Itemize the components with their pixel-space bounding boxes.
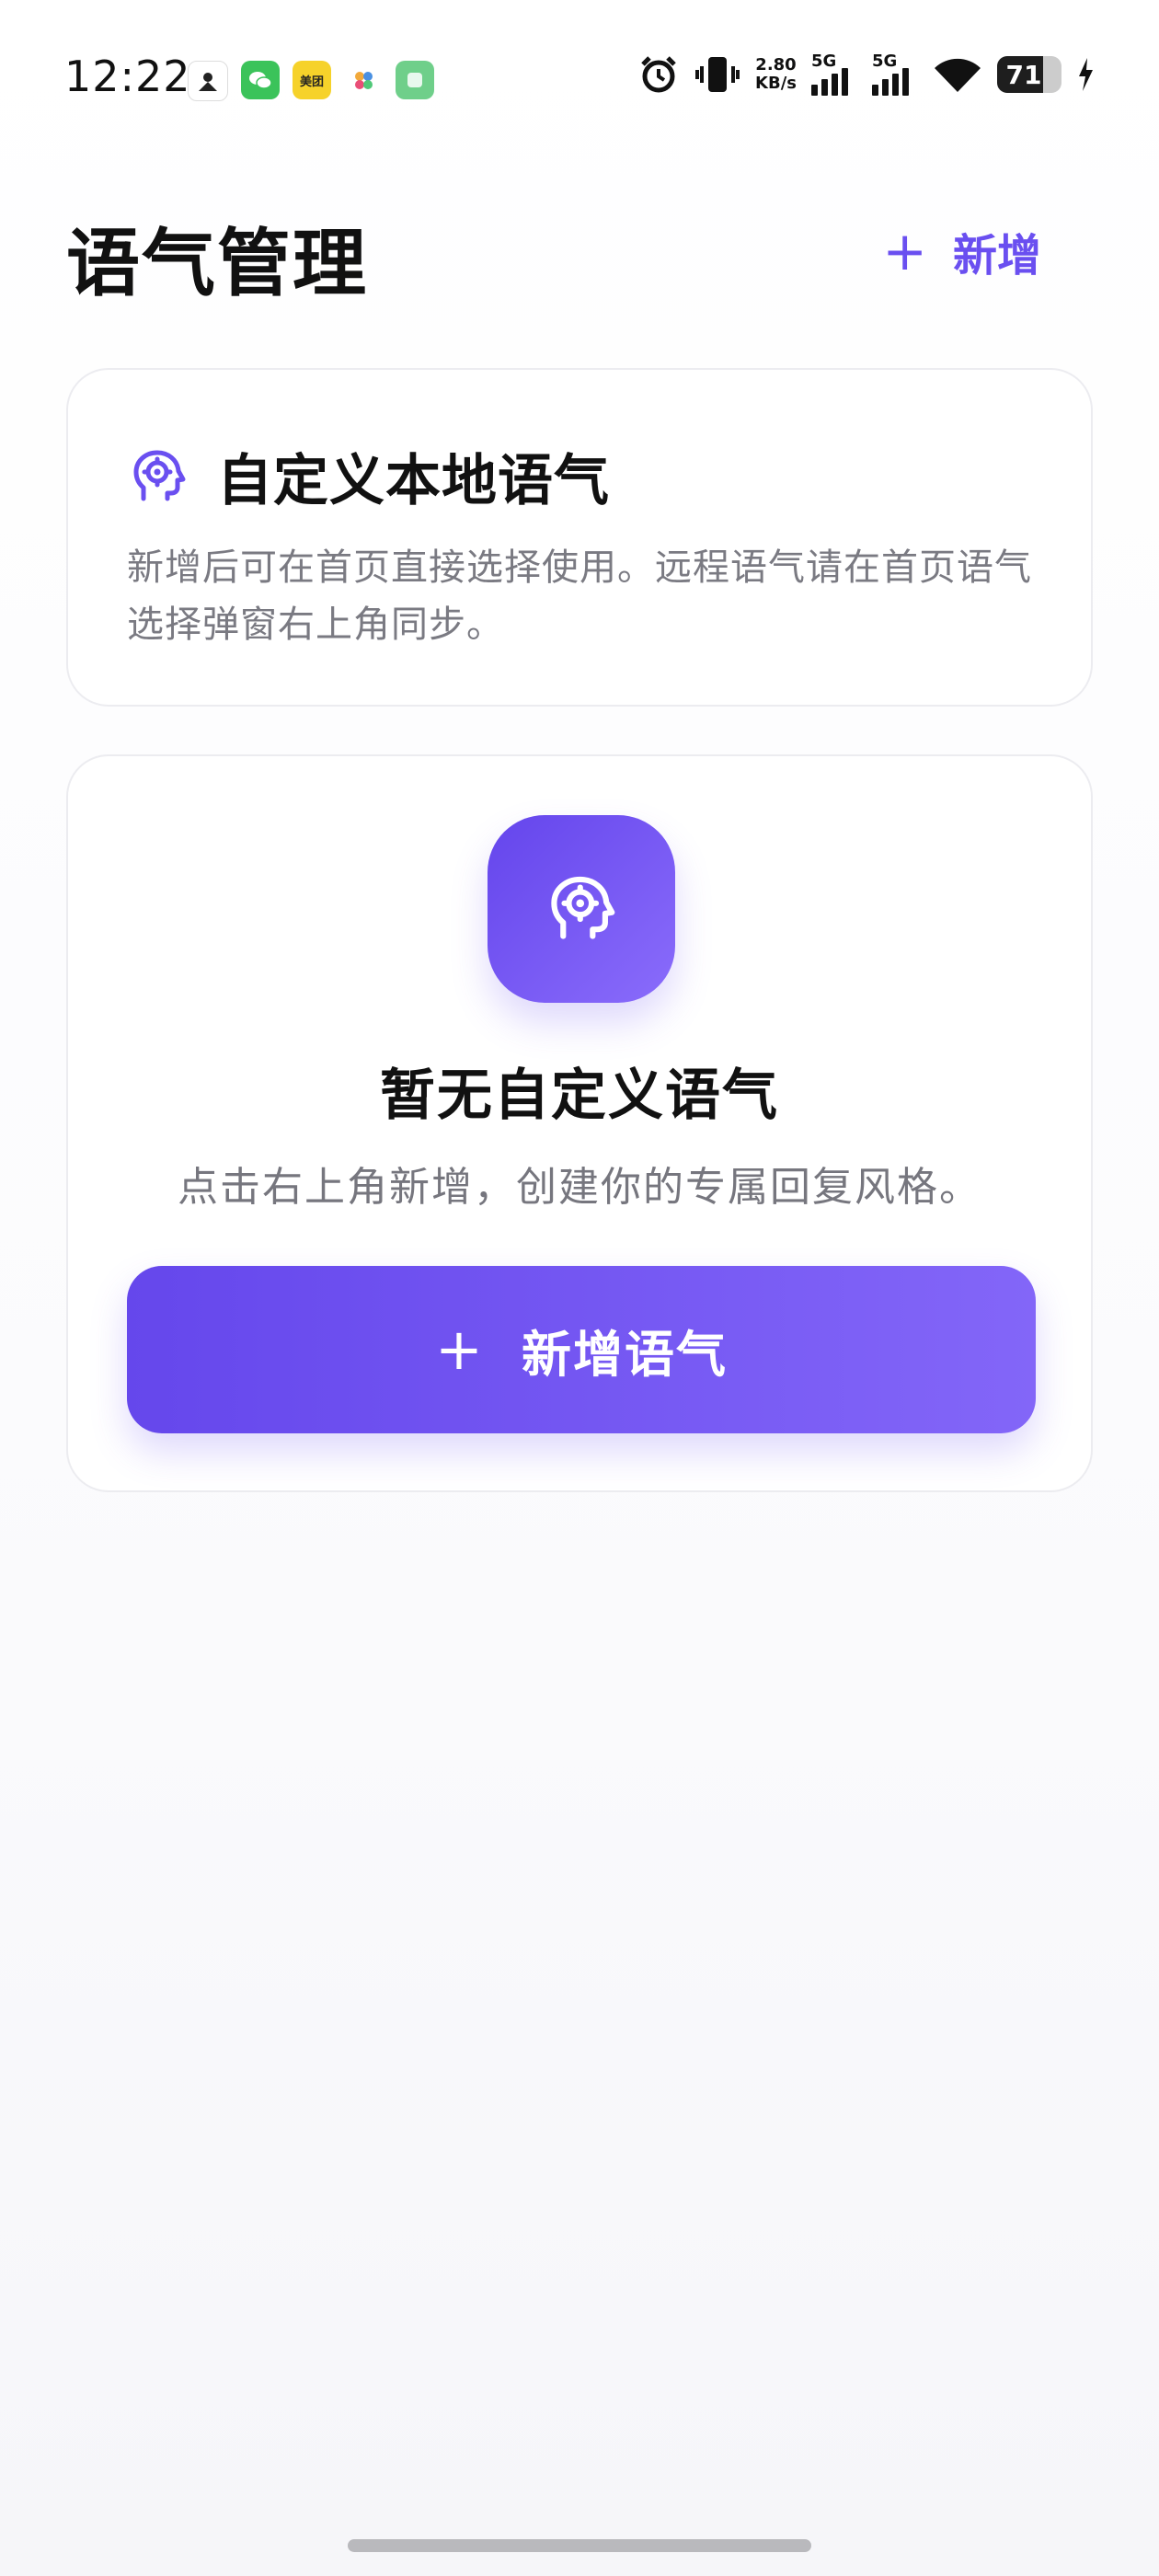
- empty-state-description: 点击右上角新增，创建你的专属回复风格。: [178, 1164, 981, 1211]
- info-card-title: 自定义本地语气: [217, 449, 610, 513]
- signal-icon: 5G: [811, 52, 857, 96]
- info-card-description: 新增后可在首页直接选择使用。远程语气请在首页语气选择弹窗右上角同步。: [127, 546, 1032, 646]
- system-icons: 2.80 KB/s 5G 5G 71: [637, 52, 1095, 96]
- charging-icon: [1079, 58, 1093, 91]
- meituan-label: 美团: [299, 75, 324, 89]
- empty-state-card: 暂无自定义语气 点击右上角新增，创建你的专属回复风格。 + 新增语气: [66, 754, 1093, 1492]
- empty-state-icon-tile: [488, 815, 675, 1003]
- signal-icon: 5G: [872, 52, 918, 96]
- plus-icon: +: [435, 1316, 485, 1383]
- plus-icon: +: [882, 220, 927, 282]
- status-time: 12:22: [64, 52, 191, 101]
- add-tone-button-label: 新增语气: [521, 1325, 728, 1384]
- page-title: 语气管理: [66, 221, 368, 306]
- vibrate-icon: [695, 57, 740, 92]
- wifi-icon: [935, 58, 981, 92]
- info-card-header: 自定义本地语气: [131, 436, 610, 516]
- info-card: 自定义本地语气 新增后可在首页直接选择使用。远程语气请在首页语气选择弹窗右上角同…: [66, 368, 1093, 707]
- empty-state-title: 暂无自定义语气: [380, 1064, 779, 1128]
- add-button-label: 新增: [952, 230, 1041, 282]
- meituan-icon: 美团: [293, 61, 331, 99]
- notification-icons: 美团: [188, 61, 434, 101]
- wechat-icon: [241, 61, 280, 99]
- home-indicator[interactable]: [348, 2539, 811, 2552]
- head-gear-icon: [551, 876, 615, 939]
- status-bar: 12:22 美团 2.80 KB/s 5G 5G 71: [0, 0, 1159, 156]
- battery-indicator: 71: [997, 56, 1061, 93]
- green-app-icon: [396, 61, 434, 99]
- net-speed: 2.80 KB/s: [755, 55, 797, 93]
- alarm-icon: [641, 56, 676, 93]
- add-tone-button[interactable]: + 新增语气: [127, 1266, 1036, 1433]
- head-gear-icon: [133, 450, 186, 500]
- add-button[interactable]: + 新增: [882, 219, 1041, 283]
- app-icon: [188, 61, 228, 101]
- color-dots-app-icon: [344, 61, 383, 99]
